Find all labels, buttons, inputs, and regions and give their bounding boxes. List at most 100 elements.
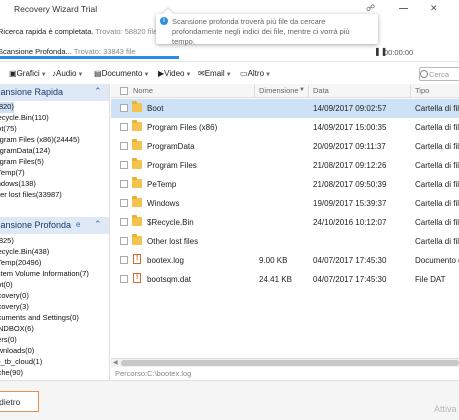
minimize-icon[interactable]: — <box>399 3 408 13</box>
row-date: 21/08/2017 09:12:26 <box>313 161 387 170</box>
column-name[interactable]: Nome <box>133 86 153 95</box>
email-icon: ✉ <box>198 69 205 78</box>
folder-icon <box>132 120 142 131</box>
tree-item[interactable]: ProgramData(124) <box>0 146 50 157</box>
deep-scan-label: Scansione Profonda... <box>0 47 72 56</box>
filter-documento[interactable]: ▤Documento▼ <box>94 69 149 78</box>
file-list: Nome Dimensione ▼ Data Tipo Boot 14/09/20… <box>111 84 459 366</box>
table-row[interactable]: $Recycle.Bin 24/10/2016 10:12:07 Cartella … <box>111 213 459 232</box>
quick-scan-label: Ricerca rapida è completata. <box>0 27 94 36</box>
column-type[interactable]: Tipo <box>415 86 429 95</box>
row-date: 19/09/2017 15:39:37 <box>313 199 387 208</box>
scan-timer: 00:00:00 <box>384 48 414 57</box>
folder-icon <box>132 196 142 207</box>
column-date[interactable]: Data <box>313 86 329 95</box>
row-checkbox[interactable] <box>120 237 128 245</box>
table-row[interactable]: Program Files (x86) 14/09/2017 15:00:35 Ca… <box>111 118 459 137</box>
select-all-checkbox[interactable] <box>120 87 128 95</box>
tree-item[interactable]: $Recycle.Bin(438) <box>0 247 49 258</box>
tree-item[interactable]: Documents and Settings(0) <box>0 313 79 324</box>
chevron-up-icon[interactable]: ⌃ <box>94 219 102 230</box>
folder-icon <box>132 101 142 112</box>
folder-icon: ▭ <box>240 69 248 78</box>
quick-scan-header[interactable]: Scansione Rapida ⌃ <box>0 84 109 101</box>
section-title: Scansione Rapida <box>0 87 64 97</box>
tree-item[interactable]: Users(0) <box>0 335 17 346</box>
tree-item[interactable]: (33825) <box>0 236 14 247</box>
table-row[interactable]: bootex.log 9.00 KB 04/07/2017 17:45:30 Docu… <box>111 251 459 270</box>
row-checkbox[interactable] <box>120 275 128 283</box>
close-icon[interactable]: ✕ <box>430 3 438 14</box>
row-name: PeTemp <box>147 180 177 189</box>
filter-grafici[interactable]: ▣Grafici▼ <box>9 69 47 78</box>
footer-bar: Indietro <box>0 380 459 420</box>
table-row[interactable]: Boot 14/09/2017 09:02:57 Cartella di file <box>111 99 459 118</box>
filter-toolbar: ▣Grafici▼ ♪Audio▼ ▤Documento▼ ▶Video▼ ✉E… <box>0 66 459 83</box>
chevron-up-icon[interactable]: ⌃ <box>94 86 102 97</box>
row-type: File DAT <box>415 275 446 284</box>
row-checkbox[interactable] <box>120 256 128 264</box>
activation-watermark: Attiva <box>434 404 457 414</box>
column-divider[interactable] <box>254 85 255 97</box>
scrollbar-thumb[interactable] <box>121 360 459 366</box>
document-icon: ▤ <box>94 69 102 78</box>
row-checkbox[interactable] <box>120 104 128 112</box>
row-checkbox[interactable] <box>120 161 128 169</box>
row-checkbox[interactable] <box>120 199 128 207</box>
tree-item[interactable]: $Recycle.Bin(110) <box>0 113 49 124</box>
deep-scan-progress-bar <box>0 56 179 59</box>
search-input[interactable]: Cerca <box>419 67 459 81</box>
column-size[interactable]: Dimensione <box>259 86 299 95</box>
folder-icon <box>132 158 142 169</box>
table-row[interactable]: bootsqm.dat 24.41 KB 04/07/2017 17:45:30 Fi… <box>111 270 459 289</box>
row-checkbox[interactable] <box>120 180 128 188</box>
table-row[interactable]: Program Files 21/08/2017 09:12:26 Cartella… <box>111 156 459 175</box>
table-row[interactable]: PeTemp 21/08/2017 09:50:39 Cartella di fil… <box>111 175 459 194</box>
tree-item[interactable]: tmp_tb_cloud(1) <box>0 357 42 368</box>
column-divider[interactable] <box>410 85 411 97</box>
tree-item[interactable]: SANDBOX(6) <box>0 324 34 335</box>
info-icon: i <box>160 17 168 25</box>
tree-item[interactable]: System Volume Information(7) <box>0 269 89 280</box>
tree-item[interactable]: Program Files(5) <box>0 157 44 168</box>
tree-item[interactable]: Boot(0) <box>0 280 13 291</box>
tree-item[interactable]: PeTemp(7) <box>0 168 25 179</box>
filter-email[interactable]: ✉Email▼ <box>198 69 232 78</box>
tree-item[interactable]: Cache(90) <box>0 368 23 379</box>
column-divider[interactable] <box>308 85 309 97</box>
table-row[interactable]: ProgramData 20/09/2017 09:11:37 Cartella d… <box>111 137 459 156</box>
scroll-left-arrow-icon[interactable]: ◀ <box>113 359 118 366</box>
tree-item[interactable]: Recovery(0) <box>0 291 29 302</box>
tree-item[interactable]: Other lost files(33987) <box>0 190 62 201</box>
chevron-down-icon: ▼ <box>143 72 150 78</box>
tree-item[interactable]: Downloads(0) <box>0 346 34 357</box>
row-type: Documento di... <box>415 256 459 265</box>
horizontal-scrollbar[interactable]: ◀ <box>111 358 459 367</box>
row-date: 21/08/2017 09:50:39 <box>313 180 387 189</box>
row-checkbox[interactable] <box>120 123 128 131</box>
filter-label: Grafici <box>16 69 40 78</box>
table-row[interactable]: Windows 19/09/2017 15:39:37 Cartella di fi… <box>111 194 459 213</box>
deep-scan-tooltip: i Scansione profonda troverà più file da… <box>156 8 378 46</box>
tree-item[interactable]: Recovery(3) <box>0 302 29 313</box>
tree-item[interactable]: PeTemp(20496) <box>0 258 41 269</box>
row-name: bootex.log <box>147 256 184 265</box>
back-button[interactable]: Indietro <box>0 391 39 412</box>
tooltip-text: Scansione profonda troverà più file da c… <box>172 17 350 46</box>
sort-icon: ▼ <box>299 87 305 93</box>
tree-item[interactable]: (58820) <box>0 102 14 113</box>
row-name: Program Files <box>147 161 197 170</box>
row-checkbox[interactable] <box>120 218 128 226</box>
file-icon <box>133 273 141 283</box>
deep-scan-header[interactable]: Scansione Profonda е ⌃ <box>0 217 109 234</box>
row-checkbox[interactable] <box>120 142 128 150</box>
filter-altro[interactable]: ▭Altro▼ <box>240 69 271 78</box>
share-icon[interactable]: ☍ <box>366 3 375 14</box>
tree-item[interactable]: Program Files (x86)(24445) <box>0 135 80 146</box>
tree-item[interactable]: Boot(75) <box>0 124 17 135</box>
tree-item[interactable]: Windows(138) <box>0 179 36 190</box>
filter-video[interactable]: ▶Video▼ <box>158 69 191 78</box>
table-row[interactable]: Other lost files Cartella di file <box>111 232 459 251</box>
section-title: Scansione Profonda <box>0 220 72 230</box>
filter-audio[interactable]: ♪Audio▼ <box>52 69 83 78</box>
